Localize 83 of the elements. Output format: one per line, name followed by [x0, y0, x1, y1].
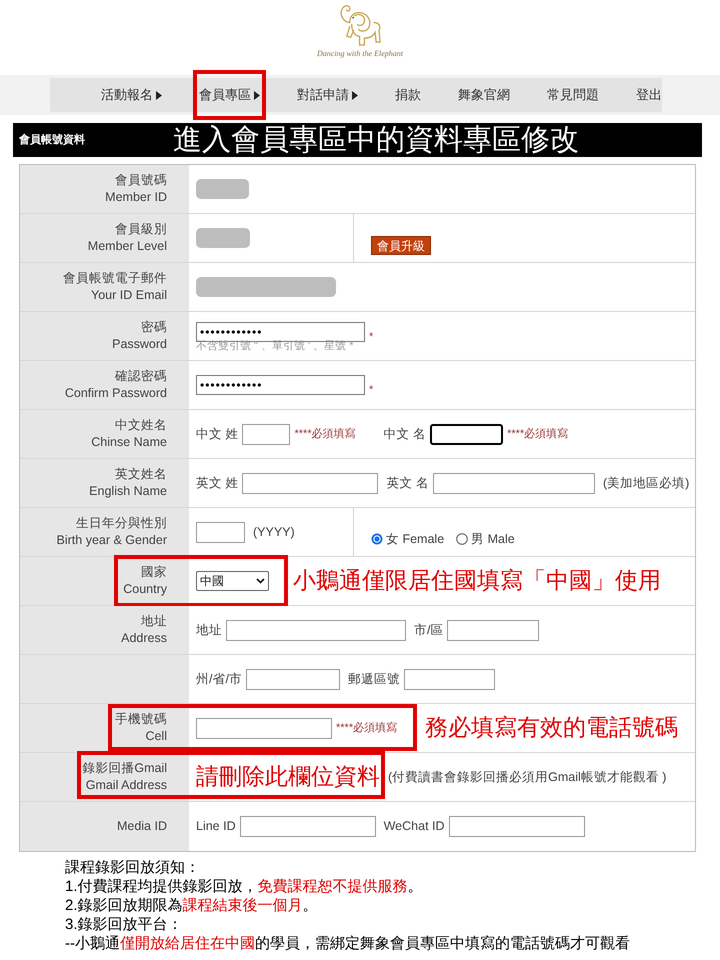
text-field[interactable]: [196, 718, 332, 738]
text-field[interactable]: [447, 620, 540, 640]
text-field[interactable]: [226, 620, 406, 640]
field-label-english: Cell: [145, 728, 167, 745]
field-label: 中文姓名: [115, 417, 167, 434]
logo-text: Dancing with the Elephant: [317, 49, 403, 59]
radio-option[interactable]: 女 Female: [371, 530, 444, 548]
nav-link[interactable]: 常見問題: [547, 85, 599, 105]
nav-link[interactable]: 捐款: [395, 85, 421, 105]
field-note: (付費讀書會錄影回播必須用Gmail帳號才能觀看 ): [388, 768, 666, 786]
text-field[interactable]: [448, 816, 585, 837]
nav-link[interactable]: 登出: [636, 85, 662, 105]
annotation-text: 小鵝通僅限居住國填寫「中國」使用: [293, 568, 661, 594]
note-line: --小鵝通僅開放給居住在中國的學員，需綁定舞象會員專區中填寫的電話號碼才可觀看: [65, 934, 631, 953]
field-label: 會員帳號電子郵件: [63, 270, 167, 287]
text-field[interactable]: [242, 472, 378, 494]
field-label: 密碼: [141, 319, 167, 336]
nav-link[interactable]: 舞象官網: [458, 85, 510, 105]
note-line: 3.錄影回放平台：: [65, 915, 184, 934]
required-note: ****必須填寫: [507, 426, 568, 442]
annotation-text: 務必填寫有效的電話號碼: [425, 715, 678, 741]
input-label: Line ID: [196, 818, 236, 836]
field-label: 手機號碼: [115, 711, 167, 728]
field-label: 生日年分與性別: [76, 515, 167, 532]
field-label-english: Confirm Password: [64, 385, 167, 402]
annotation-text: 請刪除此欄位資料: [196, 764, 380, 790]
field-label-english: Gmail Address: [86, 777, 167, 794]
annotation-text: 進入會員專區中的資料專區修改: [173, 124, 579, 156]
text-field[interactable]: [430, 424, 504, 444]
text-field[interactable]: [240, 816, 376, 837]
input-label: 郵遞區號: [348, 670, 400, 688]
field-label: 國家: [141, 564, 167, 581]
upgrade-button[interactable]: 會員升級: [371, 236, 431, 254]
note-line: 2.錄影回放期限為課程結束後一個月。: [65, 896, 319, 915]
field-label-english: Chinse Name: [91, 434, 167, 451]
input-label: WeChat ID: [384, 818, 445, 836]
text-field[interactable]: [242, 424, 290, 444]
field-label-english: Member ID: [105, 189, 167, 206]
field-label-english: Media ID: [116, 818, 167, 835]
password-field[interactable]: ••••••••••••: [196, 375, 365, 395]
password-field[interactable]: ••••••••••••: [196, 322, 365, 342]
input-label: 州/省/市: [196, 670, 242, 688]
field-label: 會員號碼: [115, 172, 167, 189]
field-note: (美加地區必填): [602, 474, 690, 492]
text-field[interactable]: [404, 668, 495, 690]
required-mark: *: [369, 330, 374, 345]
field-label-english: Birth year & Gender: [56, 532, 167, 549]
input-label: 中文 名: [384, 426, 426, 443]
input-label: 中文 姓: [196, 426, 238, 443]
field-label: 確認密碼: [115, 368, 167, 385]
field-note: (YYYY): [253, 524, 295, 541]
required-mark: *: [369, 382, 374, 398]
input-label: 市/區: [414, 622, 444, 639]
field-label-english: Country: [123, 581, 167, 598]
field-label-english: Your ID Email: [91, 287, 167, 304]
nav-link[interactable]: 會員專區: [199, 85, 260, 105]
input-label: 地址: [196, 622, 222, 639]
required-note: ****必須填寫: [336, 720, 398, 736]
note-line: 1.付費課程均提供錄影回放，免費課程恕不提供服務。: [65, 877, 424, 896]
chevron-down-icon: [256, 578, 265, 584]
redacted-block: [196, 179, 249, 199]
field-label: 錄影回播Gmail: [82, 760, 167, 777]
field-label-english: English Name: [89, 483, 167, 500]
radio-option[interactable]: 男 Male: [456, 530, 515, 548]
text-field[interactable]: [246, 668, 340, 690]
password-hint: 不含雙引號 " 、單引號 ' 、星號 *: [196, 340, 355, 354]
nav-link[interactable]: 活動報名: [101, 85, 162, 105]
text-field[interactable]: [432, 472, 595, 494]
country-select[interactable]: 中國: [196, 571, 269, 591]
input-label: 英文 姓: [196, 474, 238, 492]
redacted-block: [196, 228, 250, 248]
field-label: 會員級別: [115, 221, 167, 238]
field-label-english: Password: [112, 336, 167, 353]
field-label-english: Address: [121, 630, 167, 647]
nav-link[interactable]: 對話申請: [297, 85, 358, 105]
field-label-english: Member Level: [88, 238, 167, 255]
text-field[interactable]: [196, 522, 245, 542]
required-note: ****必須填寫: [294, 426, 356, 442]
field-label: 英文姓名: [115, 466, 167, 483]
input-label: 英文 名: [386, 474, 429, 492]
field-label: 地址: [141, 613, 167, 630]
notes-title: 課程錄影回放須知：: [65, 858, 201, 877]
section-title: 會員帳號資料: [19, 132, 85, 148]
